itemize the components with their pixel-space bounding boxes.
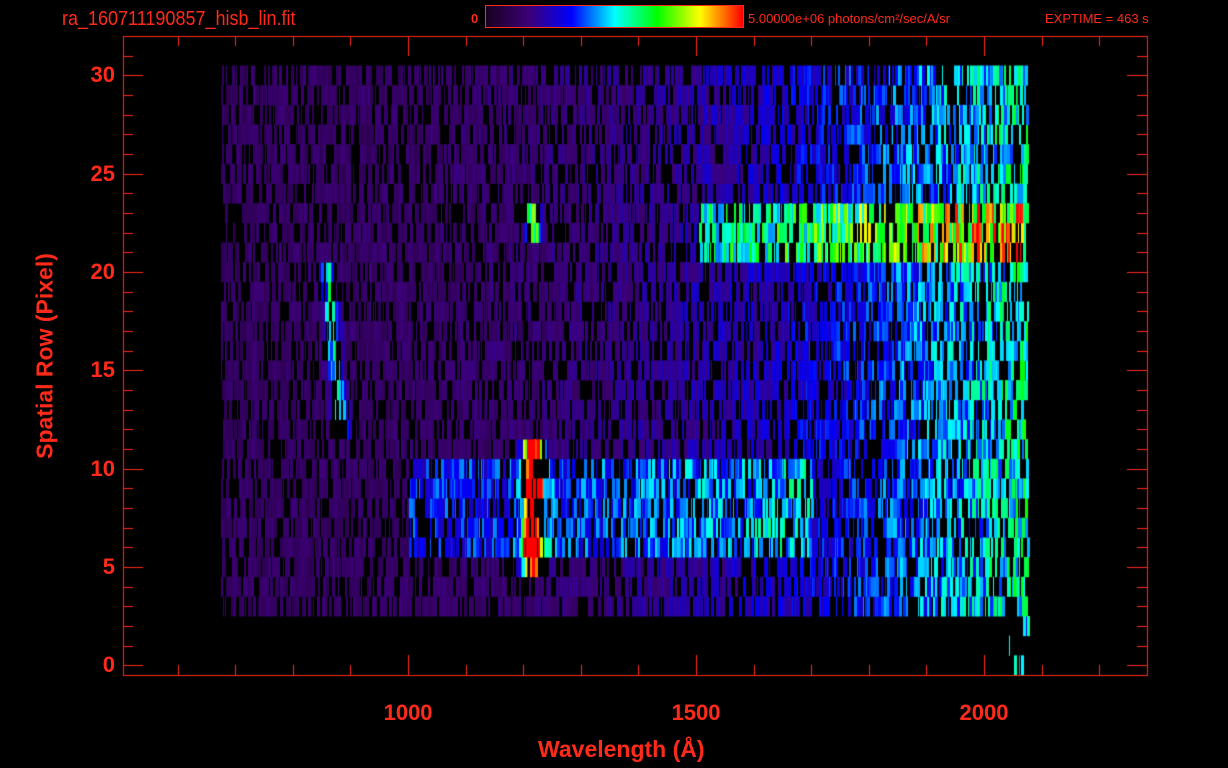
x-tick-label: 1500 [671, 700, 721, 725]
colorbar-min-label: 0 [471, 11, 479, 26]
y-tick-label: 25 [90, 160, 115, 186]
colorbar-max-label: 5.00000e+06 photons/cm²/sec/A/sr [748, 11, 950, 26]
y-axis-label: Spatial Row (Pixel) [31, 253, 58, 459]
y-tick-label: 10 [90, 455, 115, 481]
x-tick-label: 1000 [383, 700, 433, 725]
file-title: ra_160711190857_hisb_lin.fit [62, 8, 296, 30]
spectral-heatmap [0, 0, 1228, 768]
x-tick-label: 2000 [959, 700, 1009, 725]
y-tick-label: 30 [90, 62, 115, 88]
y-tick-label: 5 [102, 553, 115, 579]
colorbar [485, 5, 744, 28]
y-tick-label: 0 [102, 652, 115, 678]
x-axis-label: Wavelength (Å) [538, 736, 705, 762]
exptime-label: EXPTIME = 463 s [1045, 11, 1149, 26]
